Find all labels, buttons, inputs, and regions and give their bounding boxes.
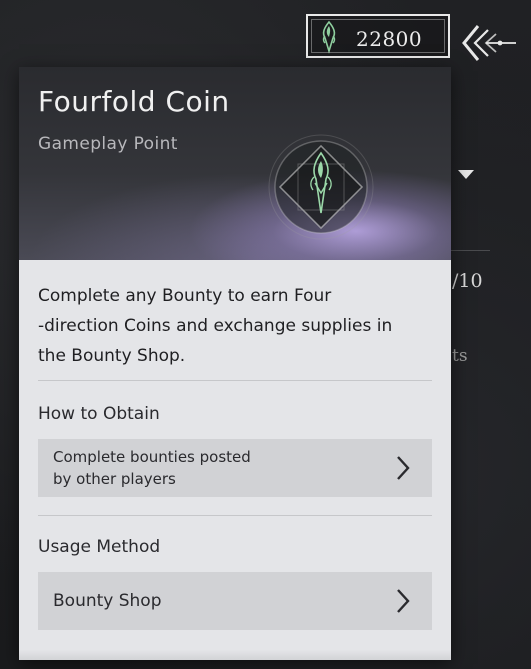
item-subtitle: Gameplay Point [38,134,178,154]
usage-method-heading: Usage Method [38,537,161,557]
chevron-right-icon [397,456,410,480]
obtain-source-button[interactable]: Complete bounties posted by other player… [38,439,432,497]
chevron-right-icon [397,589,410,613]
background-divider [450,250,490,251]
leaf-gem-icon [322,20,336,54]
how-to-obtain-heading: How to Obtain [38,404,160,424]
card-header: Fourfold Coin Gameplay Point [19,67,451,260]
obtain-source-label: Complete bounties posted by other player… [53,448,251,488]
fourfold-coin-emblem-icon [268,134,374,240]
background-stock-text: /10 [452,270,483,292]
usage-shop-label: Bounty Shop [53,591,162,611]
background-description-text: ts [452,346,468,366]
item-title: Fourfold Coin [38,85,230,118]
card-body: Complete any Bounty to earn Four -direct… [19,260,451,660]
dropdown-arrow-icon[interactable] [458,170,474,179]
currency-counter: 22800 [306,14,450,58]
back-arrow-icon[interactable] [460,22,520,64]
divider [38,380,432,381]
divider [38,515,432,516]
item-description: Complete any Bounty to earn Four -direct… [38,286,393,366]
usage-shop-button[interactable]: Bounty Shop [38,572,432,630]
item-detail-card: Fourfold Coin Gameplay Point Complete an… [19,67,451,660]
currency-value: 22800 [356,27,423,51]
